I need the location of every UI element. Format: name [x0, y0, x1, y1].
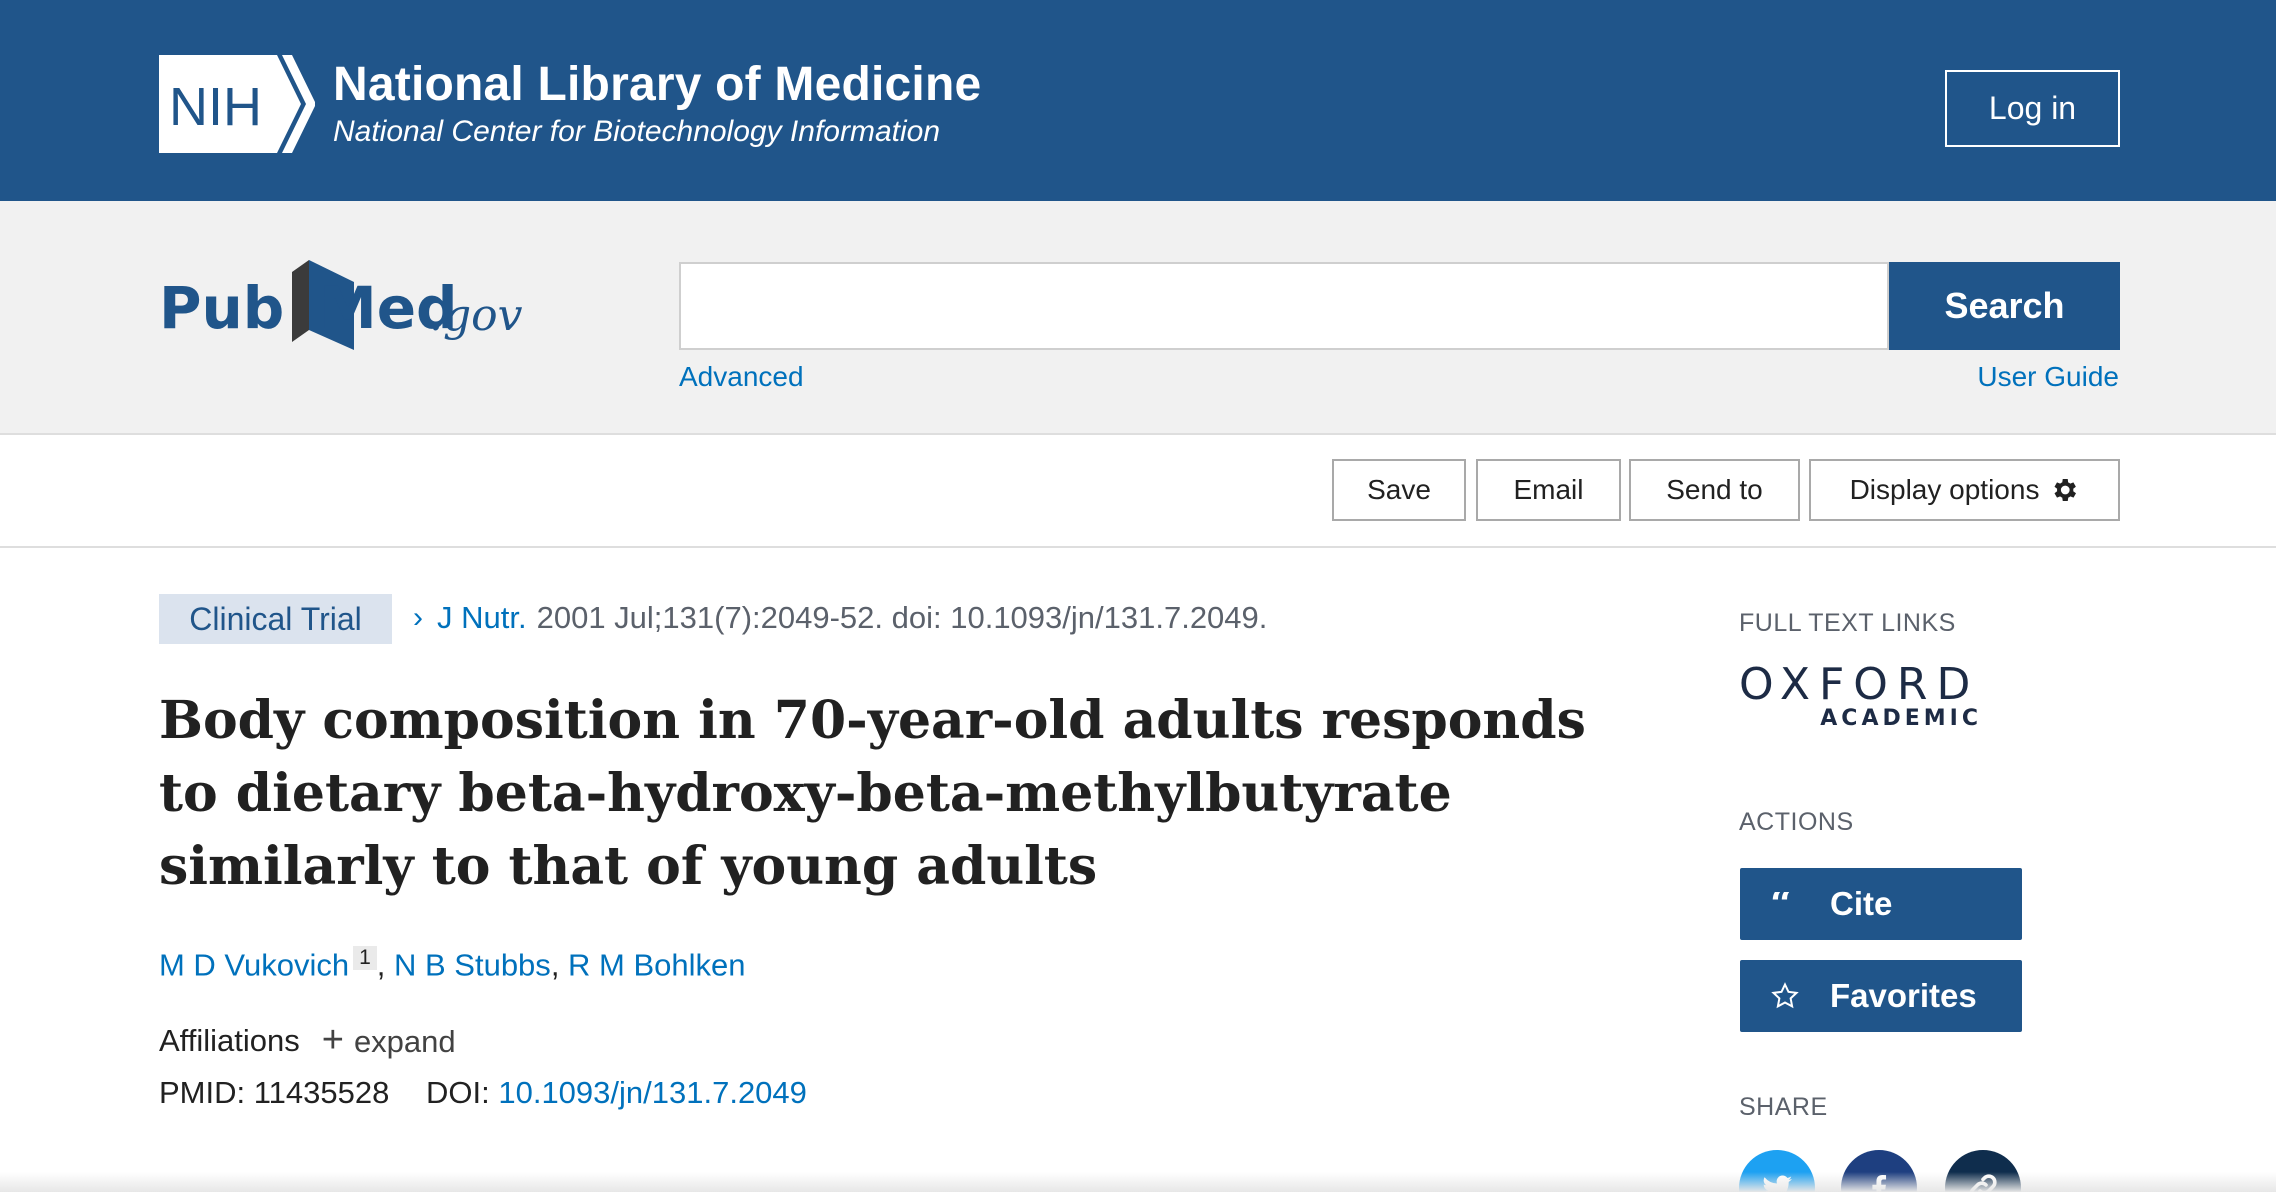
pubmed-logo-pub: Pub [159, 274, 284, 342]
affiliations-row: Affiliations + expand [159, 1021, 456, 1060]
user-guide-link[interactable]: User Guide [1977, 361, 2119, 393]
cite-label: Cite [1830, 885, 1893, 922]
actions-heading: ACTIONS [1739, 808, 1854, 836]
plus-icon: + [321, 1019, 344, 1061]
pubmed-logo-gov: .gov [429, 290, 523, 341]
expand-label: expand [353, 1024, 456, 1059]
identifiers-row: PMID: 11435528 DOI: 10.1093/jn/131.7.204… [159, 1075, 807, 1111]
article-title: Body composition in 70-year-old adults r… [159, 690, 1586, 897]
full-text-links-heading: FULL TEXT LINKS [1739, 609, 1956, 637]
email-button[interactable]: Email [1476, 459, 1621, 521]
oxford-logo-line2: ACADEMIC [1820, 706, 1982, 731]
citation-details: 2001 Jul;131(7):2049-52. doi: 10.1093/jn… [536, 600, 1268, 635]
nlm-title: National Library of Medicine [333, 58, 982, 111]
favorites-button[interactable]: Favorites [1740, 960, 2022, 1032]
chevron-right-icon: › [413, 601, 423, 634]
email-label: Email [1513, 474, 1584, 505]
nih-logo[interactable]: NIH National Library of Medicine Nationa… [159, 55, 981, 153]
cite-button[interactable]: “ Cite [1740, 868, 2022, 940]
doi-label: DOI: [425, 1075, 490, 1110]
ncbi-subtitle: National Center for Biotechnology Inform… [333, 115, 941, 148]
author-list: M D Vukovich 1, N B Stubbs, R M Bohlken [159, 946, 746, 983]
twitter-icon[interactable] [1739, 1150, 1815, 1192]
svg-text:“: “ [1770, 892, 1793, 916]
save-button[interactable]: Save [1332, 459, 1466, 521]
facebook-icon[interactable] [1841, 1150, 1917, 1192]
gear-icon [2049, 475, 2079, 505]
author-link[interactable]: M D Vukovich [159, 947, 349, 982]
affiliation-marker[interactable]: 1 [353, 946, 377, 970]
journal-link[interactable]: J Nutr. [437, 600, 527, 636]
nih-badge: NIH [159, 55, 315, 153]
favorites-label: Favorites [1830, 977, 1977, 1014]
doi-link[interactable]: 10.1093/jn/131.7.2049 [498, 1075, 807, 1110]
affiliations-label: Affiliations [159, 1022, 300, 1058]
share-heading: SHARE [1739, 1093, 1828, 1121]
send-to-label: Send to [1666, 474, 1763, 505]
pmid: PMID: 11435528 [159, 1075, 390, 1110]
send-to-button[interactable]: Send to [1629, 459, 1800, 521]
permalink-icon[interactable] [1945, 1150, 2021, 1192]
search-input[interactable] [679, 262, 1889, 350]
citation-line: › J Nutr. 2001 Jul;131(7):2049-52. doi: … [413, 600, 1267, 636]
search-button[interactable]: Search [1889, 262, 2120, 350]
display-options-button[interactable]: Display options [1809, 459, 2120, 521]
author-link[interactable]: R M Bohlken [568, 947, 745, 982]
pubmed-logo[interactable]: Pub Med .gov [159, 250, 529, 360]
display-options-label: Display options [1849, 474, 2040, 505]
expand-affiliations-button[interactable]: + expand [322, 1021, 456, 1060]
nih-header: NIH National Library of Medicine Nationa… [0, 0, 2276, 201]
login-button[interactable]: Log in [1945, 70, 2120, 147]
advanced-search-link[interactable]: Advanced [679, 361, 804, 393]
oxford-logo-line1: OXFORD [1739, 659, 1980, 710]
star-icon [1740, 981, 1830, 1011]
author-link[interactable]: N B Stubbs [394, 947, 551, 982]
bottom-edge-shadow [0, 1172, 2276, 1192]
quote-icon: “ [1740, 892, 1830, 916]
nih-badge-text: NIH [169, 77, 262, 137]
oxford-academic-link[interactable]: OXFORD ACADEMIC [1739, 660, 1984, 735]
article-type-badge: Clinical Trial [159, 594, 392, 644]
save-label: Save [1367, 474, 1431, 505]
